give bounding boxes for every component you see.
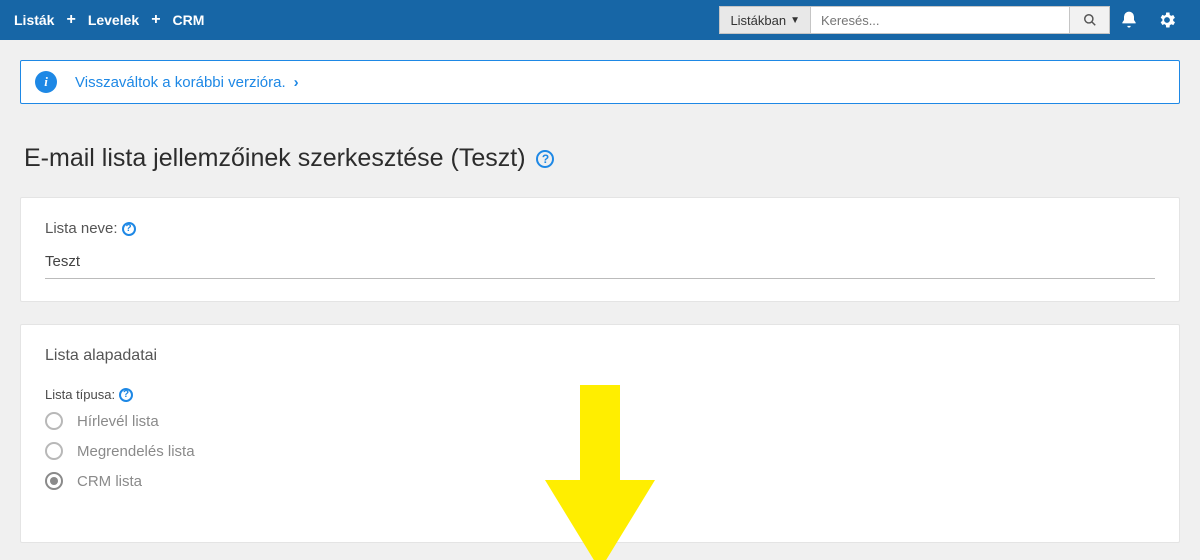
search-scope-label: Listákban: [730, 13, 786, 28]
settings-button[interactable]: [1148, 10, 1186, 30]
chevron-down-icon: ▼: [790, 15, 800, 26]
list-basic-data-card: Lista alapadatai Lista típusa: ? Hírlevé…: [20, 324, 1180, 543]
list-name-input[interactable]: [45, 249, 1155, 279]
radio-newsletter-label: Hírlevél lista: [77, 413, 159, 430]
search-group: Listákban ▼: [719, 6, 1110, 34]
content-scroll-area[interactable]: i Visszaváltok a korábbi verzióra. › E-m…: [0, 40, 1200, 560]
basic-data-title: Lista alapadatai: [45, 347, 1155, 365]
nav-lists[interactable]: Listák: [14, 12, 54, 28]
page-title-text: E-mail lista jellemzőinek szerkesztése (…: [24, 144, 526, 172]
add-list-button[interactable]: +: [64, 11, 77, 29]
list-name-card: Lista neve: ?: [20, 197, 1180, 302]
list-name-label: Lista neve: ?: [45, 220, 1155, 237]
radio-crm-label: CRM lista: [77, 473, 142, 490]
page-help-icon[interactable]: ?: [536, 150, 554, 168]
list-type-help-icon[interactable]: ?: [119, 388, 133, 402]
radio-order-control[interactable]: [45, 442, 63, 460]
top-nav-bar: Listák + Levelek + CRM Listákban ▼: [0, 0, 1200, 40]
top-nav-items: Listák + Levelek + CRM: [14, 11, 204, 29]
list-type-label-text: Lista típusa:: [45, 387, 115, 402]
radio-newsletter[interactable]: Hírlevél lista: [45, 412, 1155, 430]
radio-order-label: Megrendelés lista: [77, 443, 195, 460]
gear-icon: [1157, 10, 1177, 30]
radio-crm-control[interactable]: [45, 472, 63, 490]
notifications-button[interactable]: [1110, 10, 1148, 30]
chevron-right-icon: ›: [294, 74, 299, 91]
list-name-help-icon[interactable]: ?: [122, 222, 136, 236]
bell-icon: [1119, 10, 1139, 30]
list-name-label-text: Lista neve:: [45, 220, 118, 237]
info-icon: i: [35, 71, 57, 93]
radio-order[interactable]: Megrendelés lista: [45, 442, 1155, 460]
nav-crm[interactable]: CRM: [173, 12, 205, 28]
search-scope-dropdown[interactable]: Listákban ▼: [719, 6, 810, 34]
search-input[interactable]: [810, 6, 1070, 34]
add-email-button[interactable]: +: [149, 11, 162, 29]
version-revert-banner[interactable]: i Visszaváltok a korábbi verzióra. ›: [20, 60, 1180, 104]
banner-text: Visszaváltok a korábbi verzióra.: [75, 74, 286, 91]
search-button[interactable]: [1070, 6, 1110, 34]
nav-emails[interactable]: Levelek: [88, 12, 139, 28]
list-type-label: Lista típusa: ?: [45, 387, 1155, 402]
search-icon: [1083, 13, 1097, 27]
page-title: E-mail lista jellemzőinek szerkesztése (…: [24, 144, 1176, 173]
radio-crm[interactable]: CRM lista: [45, 472, 1155, 490]
radio-newsletter-control[interactable]: [45, 412, 63, 430]
